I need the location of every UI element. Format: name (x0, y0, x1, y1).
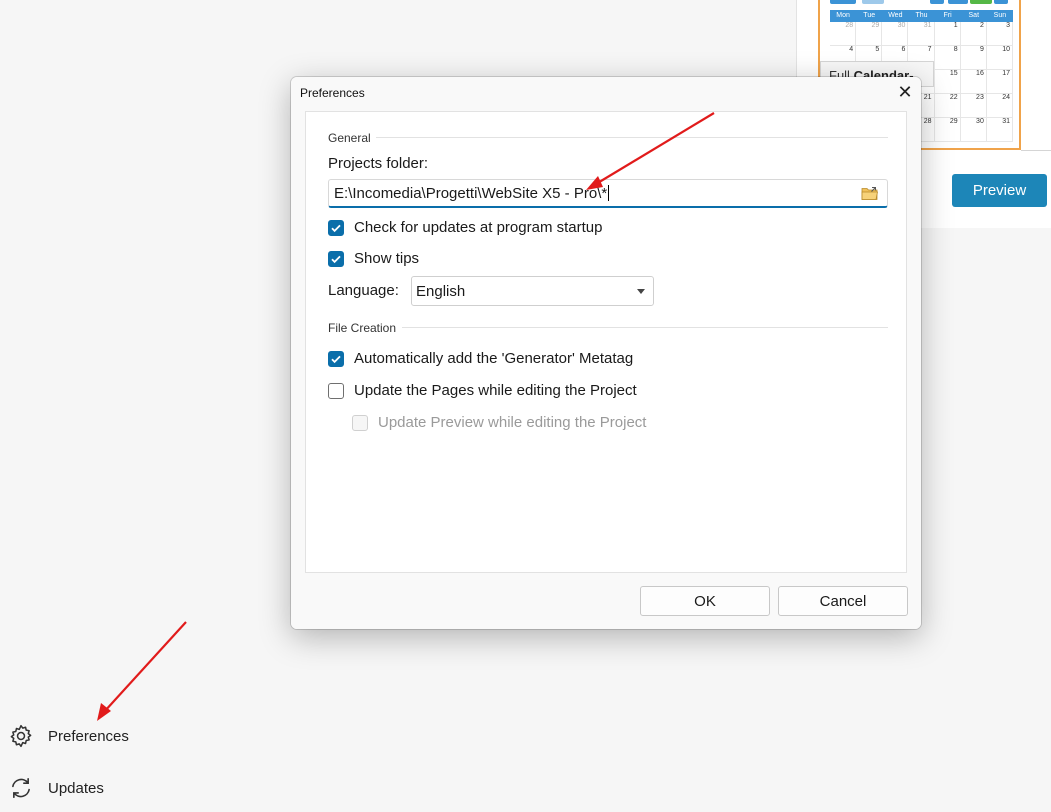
group-title-file-creation: File Creation (328, 321, 397, 335)
calendar-day-cell: 17 (986, 70, 1013, 94)
checkmark-icon (331, 255, 341, 263)
dialog-content: General Projects folder: E:\Incomedia\Pr… (305, 111, 907, 573)
chevron-down-icon (637, 289, 645, 294)
divider (402, 327, 888, 328)
update-preview-option: Update Preview while editing the Project (352, 414, 646, 431)
refresh-icon (12, 777, 30, 799)
calendar-weekday-label: Fri (943, 12, 952, 19)
language-label: Language: (328, 282, 399, 299)
close-icon[interactable]: ✕ (891, 80, 919, 104)
calendar-day-cell: 28 (830, 22, 857, 46)
calendar-day-cell: 29 (934, 118, 961, 142)
calendar-weekday-label: Sun (993, 12, 1007, 19)
preview-button[interactable]: Preview (952, 174, 1047, 207)
calendar-weekday-header: Mon Tue Wed Thu Fri Sat Sun (830, 10, 1013, 22)
calendar-day-cell: 15 (934, 70, 961, 94)
text-caret (608, 185, 610, 201)
projects-folder-input[interactable]: E:\Incomedia\Progetti\WebSite X5 - Pro\* (328, 179, 888, 208)
calendar-day-cell: 22 (934, 94, 961, 118)
divider (1021, 150, 1051, 151)
calendar-day-cell: 30 (882, 22, 909, 46)
calendar-weekday-label: Tue (863, 12, 876, 19)
calendar-day-cell: 30 (960, 118, 987, 142)
calendar-day-cell: 9 (960, 46, 987, 70)
generator-metatag-option[interactable]: Automatically add the 'Generator' Metata… (328, 350, 633, 367)
calendar-weekday-label: Sat (968, 12, 980, 19)
preferences-dialog: Preferences ✕ General Projects folder: E… (291, 77, 921, 629)
open-folder-icon[interactable] (861, 185, 879, 201)
sidebar-item-label: Updates (48, 779, 104, 797)
calendar-day-cell: 31 (986, 118, 1013, 142)
calendar-day-cell: 2 (960, 22, 987, 46)
generator-metatag-label: Automatically add the 'Generator' Metata… (354, 350, 634, 367)
show-tips-checkbox[interactable] (328, 250, 344, 267)
ok-button[interactable]: OK (640, 586, 770, 616)
update-pages-option[interactable]: Update the Pages while editing the Proje… (328, 382, 637, 399)
calendar-day-cell: 24 (986, 94, 1013, 118)
show-tips-option[interactable]: Show tips (328, 250, 419, 267)
check-updates-option[interactable]: Check for updates at program startup (328, 219, 602, 236)
projects-folder-label: Projects folder: (328, 155, 429, 172)
check-updates-label: Check for updates at program startup (354, 219, 603, 236)
group-title-general: General (328, 131, 371, 145)
update-preview-checkbox (352, 414, 368, 431)
generator-metatag-checkbox[interactable] (328, 350, 344, 367)
calendar-day-cell: 1 (934, 22, 961, 46)
checkmark-icon (331, 355, 341, 363)
calendar-toolbar (830, 0, 1009, 6)
sidebar-item-label: Preferences (48, 727, 129, 745)
calendar-day-cell: 8 (934, 46, 961, 70)
update-pages-checkbox[interactable] (328, 382, 344, 399)
language-value: English (416, 283, 466, 300)
calendar-day-cell: 23 (960, 94, 987, 118)
update-pages-label: Update the Pages while editing the Proje… (354, 382, 637, 399)
calendar-weekday-label: Wed (888, 12, 903, 19)
calendar-day-cell: 29 (856, 22, 883, 46)
calendar-weekday-label: Thu (915, 12, 928, 19)
divider (376, 137, 888, 138)
show-tips-label: Show tips (354, 250, 420, 267)
calendar-day-cell: 16 (960, 70, 987, 94)
dialog-title: Preferences (300, 86, 365, 100)
calendar-day-cell: 10 (986, 46, 1013, 70)
calendar-weekday-label: Mon (836, 12, 850, 19)
calendar-day-cell: 3 (986, 22, 1013, 46)
annotation-arrow-preferences (97, 621, 187, 721)
check-updates-checkbox[interactable] (328, 219, 344, 236)
update-preview-label: Update Preview while editing the Project (378, 414, 647, 431)
language-select[interactable]: English (411, 276, 654, 306)
cancel-button[interactable]: Cancel (778, 586, 908, 616)
sidebar-item-updates[interactable]: Updates (8, 775, 104, 801)
checkmark-icon (331, 224, 341, 232)
projects-folder-value: E:\Incomedia\Progetti\WebSite X5 - Pro\* (334, 185, 608, 202)
gear-icon (10, 724, 32, 748)
calendar-day-cell: 31 (908, 22, 935, 46)
sidebar-item-preferences[interactable]: Preferences (8, 723, 129, 749)
